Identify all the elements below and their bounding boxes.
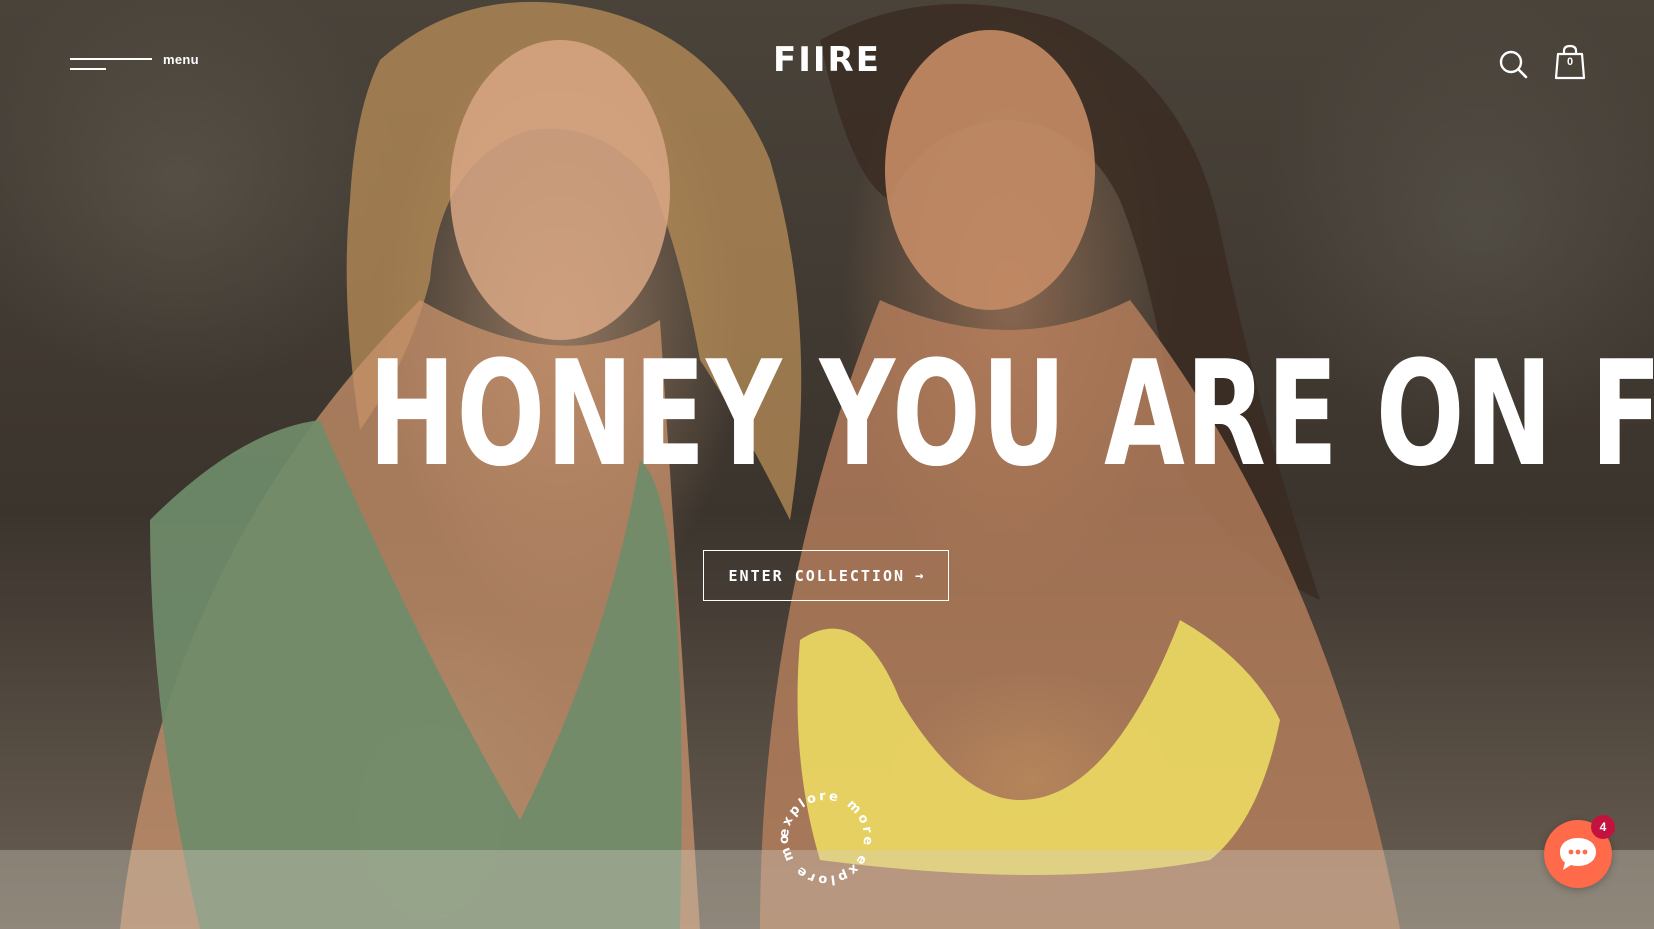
enter-collection-button[interactable]: ENTER COLLECTION →	[703, 550, 949, 601]
explore-more-text: explore more explore more	[770, 777, 872, 887]
search-button[interactable]	[1497, 48, 1529, 80]
explore-more-circle: explore more explore more	[770, 777, 875, 887]
chat-notification-badge: 4	[1591, 815, 1615, 839]
hero-headline: HONEY YOU ARE ON FIIRE	[368, 330, 1654, 499]
hero-section: menu FIIRE 0 HONEY YOU ARE ON FIIRE ENTE…	[0, 0, 1654, 929]
hamburger-icon	[70, 58, 152, 60]
enter-collection-label: ENTER COLLECTION	[728, 566, 906, 585]
explore-more-scroll-badge[interactable]: explore more explore more	[770, 777, 876, 888]
svg-text:explore more explore more: explore more explore more	[776, 788, 875, 887]
search-icon	[1499, 50, 1528, 79]
hamburger-icon-line	[70, 68, 106, 70]
menu-button[interactable]: menu	[70, 52, 200, 74]
cart-count-badge: 0	[1566, 56, 1574, 68]
site-header: menu FIIRE 0	[0, 0, 1654, 110]
cart-button[interactable]: 0	[1552, 44, 1588, 80]
menu-label: menu	[163, 52, 199, 67]
arrow-right-icon: →	[915, 567, 924, 584]
brand-logo[interactable]: FIIRE	[767, 40, 887, 80]
